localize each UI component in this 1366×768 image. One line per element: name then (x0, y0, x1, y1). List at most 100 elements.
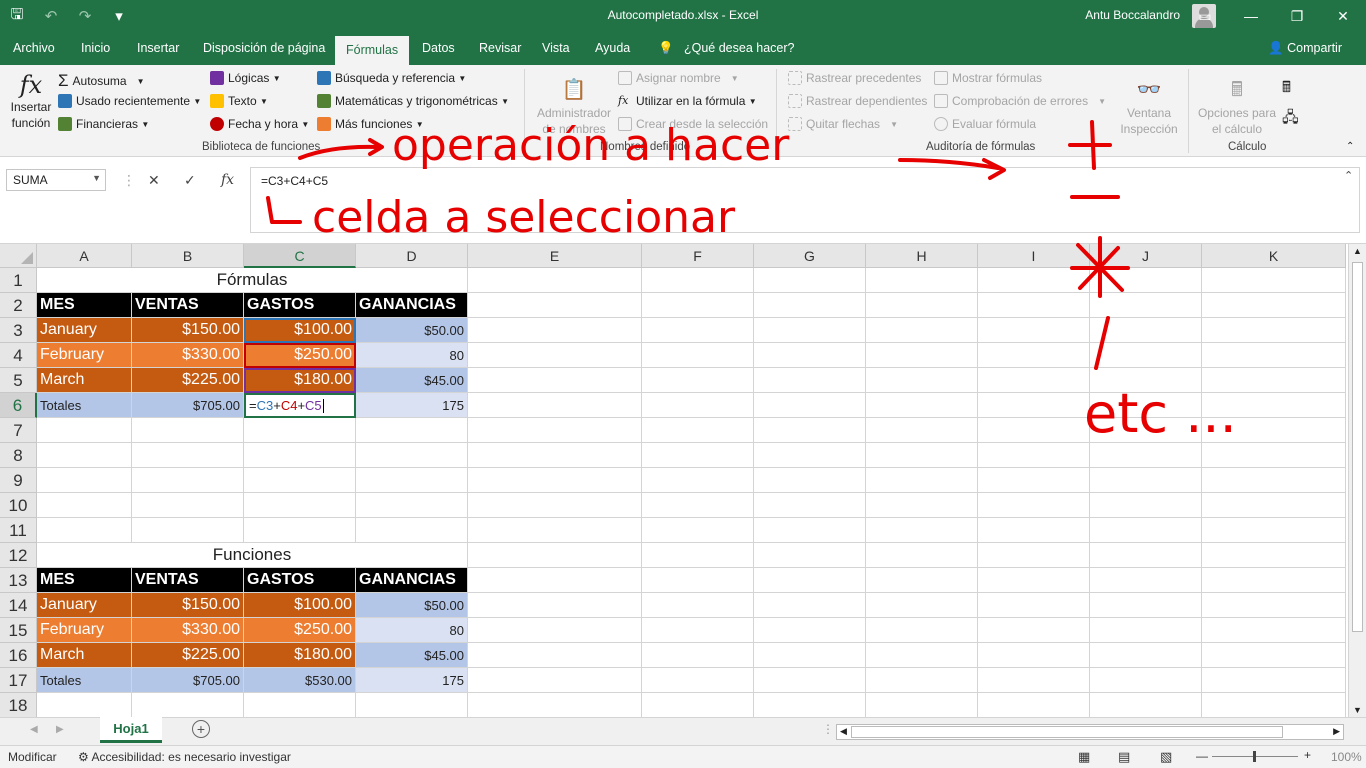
grid-cell[interactable] (754, 318, 866, 343)
page-break-icon[interactable]: ▧ (1160, 749, 1172, 765)
grid-cell[interactable] (1090, 518, 1202, 543)
tab-inicio[interactable]: Inicio (81, 39, 110, 65)
scroll-right-icon[interactable]: ▶ (1333, 726, 1340, 737)
grid-cell[interactable] (754, 693, 866, 717)
column-header-h[interactable]: H (866, 244, 978, 268)
grid-cell[interactable] (642, 668, 754, 693)
autosum-button[interactable]: Σ Autosuma ▼ (58, 71, 144, 91)
grid-cell[interactable] (754, 593, 866, 618)
grid-cell[interactable] (978, 643, 1090, 668)
row-header-17[interactable]: 17 (0, 668, 37, 693)
grid-cell[interactable] (468, 368, 642, 393)
table-cell[interactable]: $250.00 (244, 343, 356, 368)
column-header-g[interactable]: G (754, 244, 866, 268)
grid-cell[interactable] (468, 518, 642, 543)
grid-cell[interactable] (754, 268, 866, 293)
grid-cell[interactable] (866, 318, 978, 343)
table-title-funciones[interactable]: Funciones (37, 543, 468, 568)
column-header-f[interactable]: F (642, 244, 754, 268)
tab-vista[interactable]: Vista (542, 39, 570, 65)
grid-cell[interactable] (1202, 568, 1346, 593)
trace-dependents-button[interactable]: Rastrear dependientes (788, 94, 927, 108)
math-button[interactable]: Matemáticas y trigonométricas ▼ (317, 94, 509, 108)
grid-cell[interactable] (978, 543, 1090, 568)
grid-cell[interactable] (132, 468, 244, 493)
table-cell[interactable]: March (37, 643, 132, 668)
grid-cell[interactable] (642, 293, 754, 318)
grid-cell[interactable] (1090, 293, 1202, 318)
grid-cell[interactable] (468, 543, 642, 568)
grid-cell[interactable] (1090, 468, 1202, 493)
grid-cell[interactable] (356, 418, 468, 443)
table-cell[interactable]: $250.00 (244, 618, 356, 643)
financial-button[interactable]: Financieras ▼ (58, 117, 149, 131)
grid-cell[interactable] (1202, 618, 1346, 643)
grid-cell[interactable] (642, 368, 754, 393)
table-cell[interactable]: $180.00 (244, 368, 356, 393)
datetime-button[interactable]: Fecha y hora ▼ (210, 117, 309, 131)
recent-button[interactable]: Usado recientemente ▼ (58, 94, 201, 108)
grid-cell[interactable] (754, 418, 866, 443)
row-header-13[interactable]: 13 (0, 568, 37, 593)
grid-cell[interactable] (1202, 318, 1346, 343)
row-header-15[interactable]: 15 (0, 618, 37, 643)
prev-sheet-icon[interactable]: ◀ (30, 724, 38, 735)
remove-arrows-button[interactable]: Quitar flechas ▼ (788, 117, 898, 131)
select-all-button[interactable] (0, 244, 37, 268)
grid-cell[interactable] (866, 618, 978, 643)
grid-cell[interactable] (642, 593, 754, 618)
ribbon-display-icon[interactable]: ▭ (1182, 0, 1228, 32)
grid-cell[interactable] (642, 643, 754, 668)
share-button[interactable]: 👤 Compartir (1268, 41, 1342, 56)
table-cell[interactable]: 175 (356, 668, 468, 693)
table-cell[interactable]: 80 (356, 343, 468, 368)
grid-cell[interactable] (866, 393, 978, 418)
table-cell[interactable]: $705.00 (132, 668, 244, 693)
column-header-a[interactable]: A (37, 244, 132, 268)
user-name[interactable]: Antu Boccalandro (1085, 8, 1180, 22)
tab-archivo[interactable]: Archivo (13, 39, 55, 65)
enter-icon[interactable]: ✓ (184, 172, 196, 189)
table-cell[interactable]: January (37, 318, 132, 343)
insert-function-button[interactable]: fx Insertar función (6, 71, 56, 131)
grid-cell[interactable] (866, 568, 978, 593)
table-cell[interactable]: $180.00 (244, 643, 356, 668)
column-header-b[interactable]: B (132, 244, 244, 268)
next-sheet-icon[interactable]: ▶ (56, 724, 64, 735)
grid-cell[interactable] (754, 493, 866, 518)
grid-cell[interactable] (642, 543, 754, 568)
row-header-8[interactable]: 8 (0, 443, 37, 468)
grid-cell[interactable] (37, 468, 132, 493)
grid-cell[interactable] (866, 443, 978, 468)
grid-cell[interactable] (1090, 318, 1202, 343)
row-header-12[interactable]: 12 (0, 543, 37, 568)
restore-icon[interactable]: ❐ (1274, 0, 1320, 32)
table-cell[interactable]: March (37, 368, 132, 393)
grid-cell[interactable] (356, 468, 468, 493)
grid-cell[interactable] (244, 693, 356, 717)
grid-cell[interactable] (1090, 568, 1202, 593)
grid-cell[interactable] (468, 293, 642, 318)
grid-cell[interactable] (1090, 643, 1202, 668)
grid-cell[interactable] (1202, 593, 1346, 618)
row-header-1[interactable]: 1 (0, 268, 37, 293)
grid-cell[interactable] (642, 393, 754, 418)
grid-cell[interactable] (37, 693, 132, 717)
table-cell[interactable]: $45.00 (356, 368, 468, 393)
grid-cell[interactable] (978, 393, 1090, 418)
text-button[interactable]: Texto ▼ (210, 94, 268, 108)
vertical-scrollbar[interactable]: ▲ ▼ (1348, 244, 1366, 717)
grid-cell[interactable] (468, 643, 642, 668)
grid-cell[interactable] (1202, 443, 1346, 468)
grid-cell[interactable] (468, 268, 642, 293)
grid-cell[interactable] (866, 268, 978, 293)
table-header-cell[interactable]: MES (37, 293, 132, 318)
grid-cell[interactable] (468, 343, 642, 368)
formula-input[interactable]: =C3+C4+C5 (250, 167, 1360, 233)
grid-cell[interactable] (1202, 543, 1346, 568)
worksheet-grid[interactable]: ABCDEFGHIJK 1 2 3 4 5 6 7 8 9 10 11 12 13 14 15 16 17 18 … (0, 244, 1348, 717)
grid-cell[interactable] (356, 693, 468, 717)
more-functions-button[interactable]: Más funciones ▼ (317, 117, 424, 131)
tab-insertar[interactable]: Insertar (137, 39, 179, 65)
row-header-10[interactable]: 10 (0, 493, 37, 518)
